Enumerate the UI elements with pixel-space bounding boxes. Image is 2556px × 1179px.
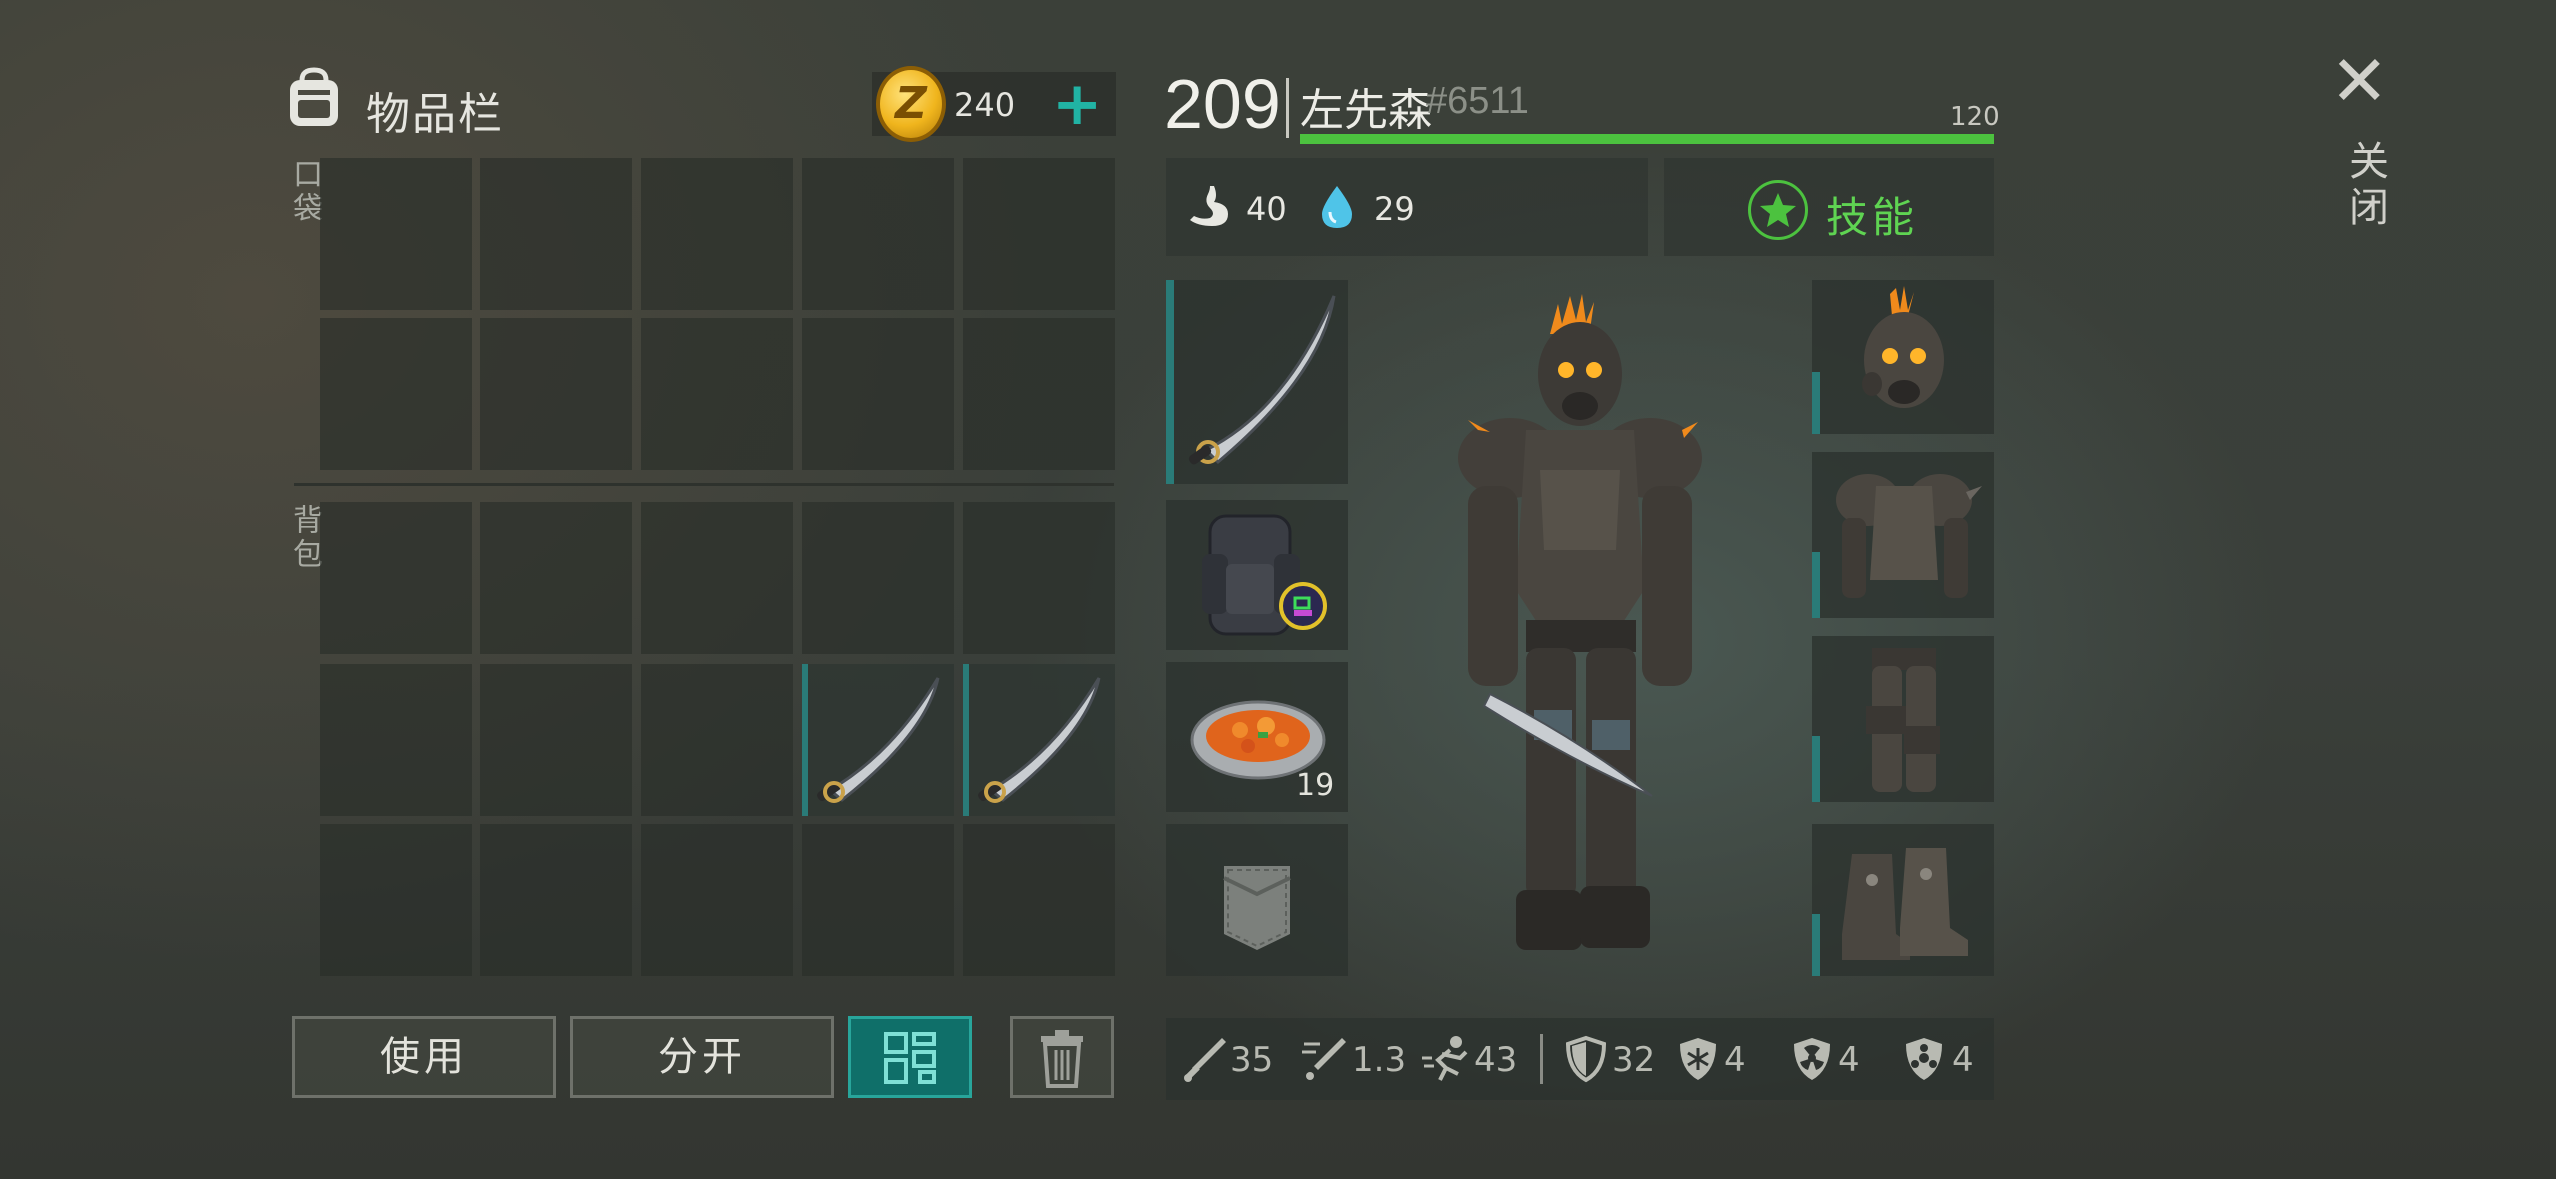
skills-label: 技能 <box>1826 193 1919 242</box>
backpack-slot[interactable] <box>802 502 954 654</box>
stack-count: 19 <box>1296 768 1335 803</box>
backpack-equip-slot[interactable] <box>1166 500 1348 650</box>
use-button[interactable]: 使用 <box>292 1016 556 1098</box>
plus-icon[interactable]: + <box>1052 74 1102 134</box>
pocket-icon <box>1223 866 1291 950</box>
katana-icon <box>1188 295 1336 465</box>
running-icon <box>1420 1034 1472 1088</box>
pocket-slot[interactable] <box>641 318 793 470</box>
backpack-slot[interactable] <box>320 664 472 816</box>
speed-value: 43 <box>1474 1040 1518 1080</box>
food-slot[interactable]: 19 <box>1166 662 1348 812</box>
pocket-slot[interactable] <box>480 318 632 470</box>
character-model <box>1430 290 1720 970</box>
radiation-value: 4 <box>1838 1040 1860 1080</box>
attack-speed-icon <box>1300 1034 1348 1088</box>
armor-boots-icon <box>1842 848 1968 960</box>
katana-icon <box>978 677 1101 803</box>
backpack-slot[interactable] <box>641 664 793 816</box>
armor-chest-icon <box>1836 474 1982 598</box>
hunger-value: 40 <box>1246 190 1287 228</box>
coin-count: 240 <box>954 86 1016 124</box>
trash-icon <box>1041 1030 1083 1088</box>
star-icon <box>1748 180 1808 240</box>
pocket-slot[interactable] <box>802 318 954 470</box>
player-name: 左先森 <box>1300 85 1432 136</box>
backpack-slot[interactable] <box>963 824 1115 976</box>
tactical-backpack-icon <box>1202 514 1327 636</box>
pocket-slot[interactable] <box>320 318 472 470</box>
backpack-slot[interactable] <box>480 664 632 816</box>
katana-icon <box>817 677 940 803</box>
pocket-slot[interactable] <box>802 158 954 310</box>
backpack-slot[interactable] <box>641 824 793 976</box>
backpack-slot[interactable] <box>802 824 954 976</box>
water-drop-icon <box>1318 182 1356 236</box>
pocket-slot[interactable] <box>963 318 1115 470</box>
pocket-slot[interactable] <box>480 158 632 310</box>
backpack-slot[interactable] <box>320 502 472 654</box>
backpack-slot[interactable] <box>320 824 472 976</box>
pocket-equip-slot[interactable] <box>1166 824 1348 976</box>
weapon-slot[interactable] <box>1166 280 1348 484</box>
backpack-slot[interactable] <box>480 824 632 976</box>
close-icon[interactable]: ✕ <box>2330 46 2389 116</box>
damage-value: 35 <box>1230 1040 1274 1080</box>
cold-value: 4 <box>1724 1040 1746 1080</box>
armor-pants-icon <box>1866 648 1940 792</box>
pocket-slot[interactable] <box>963 158 1115 310</box>
pocket-slot[interactable] <box>641 158 793 310</box>
attack-speed-value: 1.3 <box>1352 1040 1407 1080</box>
legs-slot[interactable] <box>1812 636 1994 802</box>
xp-bar <box>1300 134 1994 144</box>
discard-button[interactable] <box>1010 1016 1114 1098</box>
backpack-slot[interactable] <box>963 502 1115 654</box>
section-divider <box>294 483 1114 486</box>
shield-icon <box>1564 1034 1608 1088</box>
backpack-slot[interactable] <box>641 502 793 654</box>
player-level: 209 <box>1164 65 1281 143</box>
xp-max: 120 <box>1950 102 2000 132</box>
feet-slot[interactable] <box>1812 824 1994 976</box>
cold-protection-icon <box>1676 1034 1720 1088</box>
pocket-slot[interactable] <box>320 158 472 310</box>
thirst-value: 29 <box>1374 190 1415 228</box>
auto-sort-button[interactable] <box>848 1016 972 1098</box>
xp-bar-fill <box>1300 134 1994 144</box>
split-button[interactable]: 分开 <box>570 1016 834 1098</box>
backpack-icon <box>282 66 346 130</box>
chest-slot[interactable] <box>1812 452 1994 618</box>
close-label[interactable]: 关闭 <box>2336 140 2394 232</box>
name-separator <box>1286 78 1289 138</box>
toxic-value: 4 <box>1952 1040 1974 1080</box>
backpack-slot-katana[interactable] <box>963 664 1115 816</box>
backpack-slot[interactable] <box>480 502 632 654</box>
grid-icon <box>884 1032 936 1084</box>
gas-mask-helmet-icon <box>1862 286 1944 408</box>
backpack-slot-katana[interactable] <box>802 664 954 816</box>
toxic-protection-icon <box>1902 1034 1946 1088</box>
head-slot[interactable] <box>1812 280 1994 434</box>
sword-icon <box>1180 1034 1228 1088</box>
radiation-protection-icon <box>1790 1034 1834 1088</box>
coin-icon: Z <box>876 66 946 142</box>
armor-value: 32 <box>1612 1040 1656 1080</box>
inventory-title: 物品栏 <box>366 89 504 140</box>
stomach-icon <box>1184 182 1234 236</box>
stats-separator <box>1540 1034 1543 1084</box>
player-tag: #6511 <box>1426 80 1529 122</box>
